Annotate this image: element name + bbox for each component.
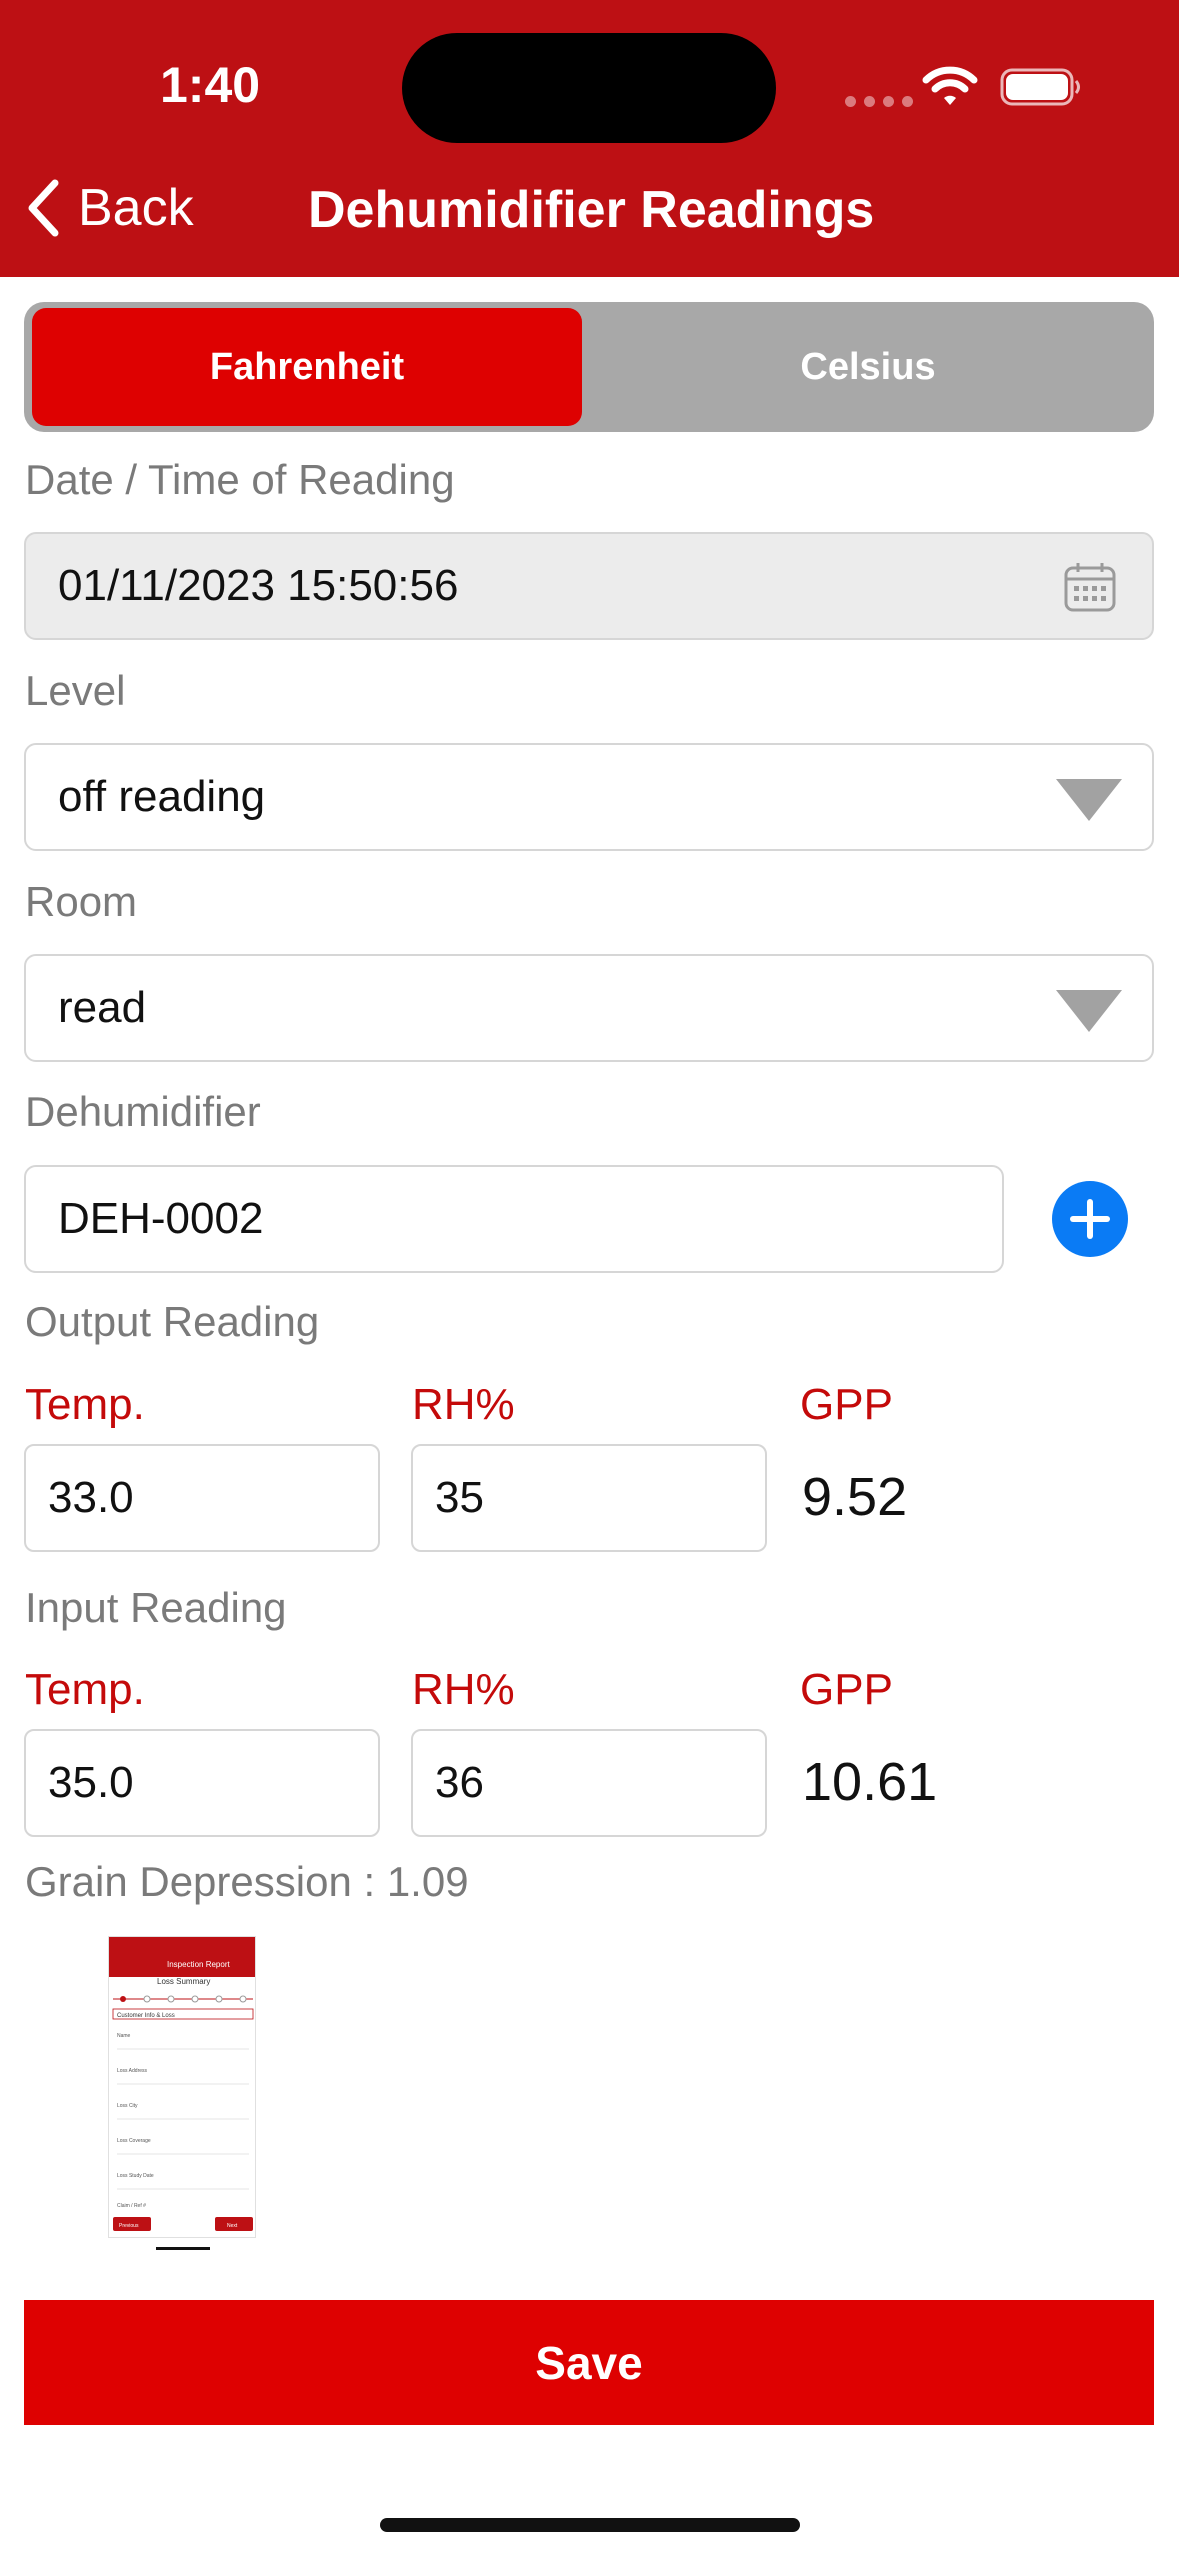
thumb-field: Loss Coverage [117, 2138, 151, 2144]
output-temp-value: 33.0 [48, 1473, 134, 1522]
input-reading-label: Input Reading [25, 1584, 287, 1631]
input-temp-input[interactable]: 35.0 [24, 1729, 380, 1837]
room-select[interactable]: read [24, 954, 1154, 1062]
save-button[interactable]: Save [24, 2300, 1154, 2425]
input-rh-label: RH% [412, 1665, 515, 1714]
output-temp-label: Temp. [25, 1380, 145, 1429]
thumb-field: Claim / Ref # [117, 2203, 146, 2209]
add-dehumidifier-button[interactable] [1052, 1181, 1128, 1257]
date-field[interactable]: 01/11/2023 15:50:56 [24, 532, 1154, 640]
level-label: Level [25, 667, 126, 714]
output-rh-value: 35 [435, 1473, 484, 1522]
output-gpp-value: 9.52 [802, 1467, 908, 1527]
wifi-icon [922, 66, 978, 105]
level-select[interactable]: off reading [24, 743, 1154, 851]
dehumidifier-label: Dehumidifier [25, 1088, 261, 1135]
page-title: Dehumidifier Readings [308, 181, 875, 239]
output-reading-label: Output Reading [25, 1298, 320, 1345]
thumb-title: Inspection Report [167, 1960, 230, 1969]
tab-fahrenheit[interactable]: Fahrenheit [32, 308, 582, 426]
dehumidifier-field[interactable]: DEH-0002 [24, 1165, 1004, 1273]
signal-icon [845, 96, 913, 107]
room-label: Room [25, 878, 138, 925]
attached-photo-thumbnail[interactable]: Inspection Report Loss Summary Customer … [108, 1936, 256, 2238]
input-gpp-value: 10.61 [802, 1752, 938, 1812]
battery-icon [1000, 68, 1080, 106]
input-temp-value: 35.0 [48, 1758, 134, 1807]
thumb-prev: Previous [119, 2223, 139, 2229]
unit-toggle: Fahrenheit Celsius [24, 302, 1154, 432]
nav-header: 1:40 Back Dehumidifier Readings [0, 0, 1179, 277]
tab-celsius[interactable]: Celsius [590, 308, 1146, 426]
thumb-subtitle: Loss Summary [157, 1977, 210, 1986]
dropdown-arrow-icon [1056, 990, 1122, 1032]
grain-depression-text: Grain Depression : 1.09 [25, 1858, 469, 1905]
thumb-field: Name [117, 2033, 131, 2039]
thumb-next: Next [227, 2223, 238, 2229]
dynamic-island [402, 33, 776, 143]
date-value: 01/11/2023 15:50:56 [58, 561, 459, 610]
thumbnail-indicator [156, 2247, 210, 2250]
calendar-icon[interactable] [1064, 562, 1116, 612]
input-rh-value: 36 [435, 1758, 484, 1807]
dehumidifier-value: DEH-0002 [58, 1194, 264, 1243]
level-value: off reading [58, 772, 266, 821]
status-time: 1:40 [160, 57, 261, 113]
back-label: Back [78, 179, 194, 237]
back-button[interactable]: Back [26, 178, 194, 238]
output-rh-label: RH% [412, 1380, 515, 1429]
thumb-field: Loss Study Date [117, 2173, 154, 2179]
thumb-field: Loss Address [117, 2068, 148, 2074]
output-rh-input[interactable]: 35 [411, 1444, 767, 1552]
thumbnail-image: Inspection Report Loss Summary Customer … [109, 1937, 255, 2231]
room-value: read [58, 983, 147, 1032]
home-indicator [380, 2518, 800, 2532]
output-temp-input[interactable]: 33.0 [24, 1444, 380, 1552]
input-rh-input[interactable]: 36 [411, 1729, 767, 1837]
thumb-field: Loss City [117, 2103, 138, 2109]
chevron-left-icon [28, 179, 59, 237]
dropdown-arrow-icon [1056, 779, 1122, 821]
date-label: Date / Time of Reading [25, 456, 455, 503]
thumb-section: Customer Info & Loss [117, 2013, 175, 2019]
input-temp-label: Temp. [25, 1665, 145, 1714]
input-gpp-label: GPP [800, 1665, 893, 1714]
output-gpp-label: GPP [800, 1380, 893, 1429]
